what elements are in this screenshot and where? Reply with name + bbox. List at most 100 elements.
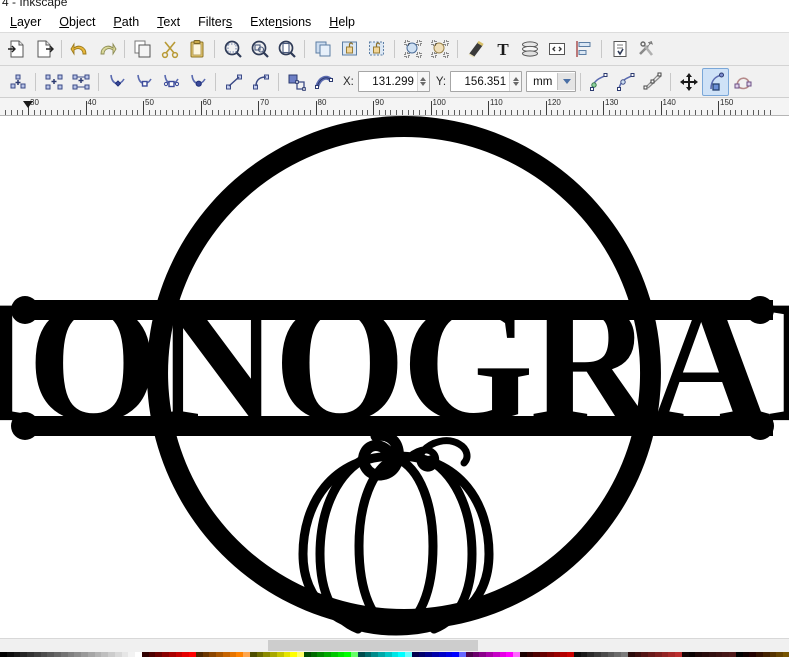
palette-swatch[interactable]: [587, 652, 594, 657]
horizontal-ruler[interactable]: 30 40 50 60 70 80 90 100 110 120 130 140 150: [0, 98, 789, 116]
palette-swatch[interactable]: [479, 652, 486, 657]
palette-swatch[interactable]: [533, 652, 540, 657]
palette-swatch[interactable]: [13, 652, 21, 657]
palette-swatch[interactable]: [425, 652, 432, 657]
palette-swatch[interactable]: [621, 652, 628, 657]
menu-help[interactable]: Help: [320, 13, 364, 32]
palette-swatch[interactable]: [681, 652, 689, 657]
lower-to-bottom-button[interactable]: [426, 35, 453, 63]
palette-swatch[interactable]: [351, 652, 358, 657]
drawing-canvas[interactable]: MONOGRAM: [0, 116, 789, 638]
palette-swatch[interactable]: [668, 652, 675, 657]
palette-swatch[interactable]: [74, 652, 81, 657]
duplicate-button[interactable]: [309, 35, 336, 63]
palette-swatch[interactable]: [702, 652, 709, 657]
unit-select[interactable]: mm: [526, 71, 577, 92]
node-cusp-button[interactable]: [103, 68, 130, 96]
palette-swatch[interactable]: [378, 652, 385, 657]
paste-button[interactable]: [183, 35, 210, 63]
palette-swatch[interactable]: [276, 652, 284, 657]
ungroup-button[interactable]: [363, 35, 390, 63]
palette-swatch[interactable]: [540, 652, 547, 657]
xml-editor-button[interactable]: [543, 35, 570, 63]
palette-swatch[interactable]: [216, 652, 223, 657]
palette-swatch[interactable]: [452, 652, 459, 657]
palette-swatch[interactable]: [6, 652, 14, 657]
palette-swatch[interactable]: [337, 652, 345, 657]
palette-swatch[interactable]: [783, 652, 789, 657]
cut-button[interactable]: [156, 35, 183, 63]
monogram-pumpkin-artwork[interactable]: MONOGRAM: [0, 116, 789, 638]
palette-swatch[interactable]: [573, 652, 581, 657]
palette-swatch[interactable]: [344, 652, 351, 657]
palette-swatch[interactable]: [330, 652, 338, 657]
fill-stroke-button[interactable]: [462, 35, 489, 63]
palette-swatch[interactable]: [560, 652, 567, 657]
palette-swatch[interactable]: [94, 652, 102, 657]
menu-layer[interactable]: Layer: [1, 13, 50, 32]
palette-swatch[interactable]: [438, 652, 446, 657]
palette-swatch[interactable]: [243, 652, 250, 657]
palette-swatch[interactable]: [513, 652, 520, 657]
palette-swatch[interactable]: [87, 652, 95, 657]
palette-swatch[interactable]: [229, 652, 237, 657]
palette-swatch[interactable]: [405, 652, 412, 657]
segment-line-button[interactable]: [220, 68, 247, 96]
chevron-down-icon[interactable]: [557, 73, 576, 90]
show-transform-handles-button[interactable]: [675, 68, 702, 96]
palette-swatch[interactable]: [567, 652, 574, 657]
palette-swatch[interactable]: [654, 652, 662, 657]
palette-swatch[interactable]: [459, 652, 466, 657]
mask-path-button[interactable]: [612, 68, 639, 96]
palette-swatch[interactable]: [0, 652, 7, 657]
align-button[interactable]: [570, 35, 597, 63]
zoom-drawing-button[interactable]: [246, 35, 273, 63]
horizontal-scrollbar-thumb[interactable]: [268, 640, 478, 651]
palette-swatch[interactable]: [445, 652, 453, 657]
zoom-selection-button[interactable]: [219, 35, 246, 63]
x-spinner-arrows[interactable]: [416, 72, 429, 91]
palette-swatch[interactable]: [769, 652, 777, 657]
palette-swatch[interactable]: [162, 652, 169, 657]
node-auto-button[interactable]: [184, 68, 211, 96]
palette-swatch[interactable]: [182, 652, 189, 657]
palette-swatch[interactable]: [594, 652, 601, 657]
palette-swatch[interactable]: [47, 652, 54, 657]
palette-swatch[interactable]: [729, 652, 736, 657]
node-symmetric-button[interactable]: [157, 68, 184, 96]
horizontal-scrollbar[interactable]: [0, 638, 789, 652]
palette-swatch[interactable]: [519, 652, 527, 657]
palette-swatch[interactable]: [432, 652, 439, 657]
y-spinner-arrows[interactable]: [509, 72, 522, 91]
palette-swatch[interactable]: [297, 652, 304, 657]
palette-swatch[interactable]: [270, 652, 277, 657]
x-coordinate-spinbox[interactable]: [357, 71, 430, 92]
palette-swatch[interactable]: [135, 652, 142, 657]
layers-button[interactable]: [516, 35, 543, 63]
palette-swatch[interactable]: [202, 652, 210, 657]
palette-swatch[interactable]: [263, 652, 270, 657]
palette-swatch[interactable]: [114, 652, 122, 657]
palette-swatch[interactable]: [141, 652, 149, 657]
palette-swatch[interactable]: [364, 652, 372, 657]
palette-swatch[interactable]: [641, 652, 648, 657]
zoom-page-button[interactable]: [273, 35, 300, 63]
palette-swatch[interactable]: [54, 652, 61, 657]
palette-swatch[interactable]: [175, 652, 183, 657]
palette-swatch[interactable]: [195, 652, 203, 657]
palette-swatch[interactable]: [648, 652, 655, 657]
palette-swatch[interactable]: [688, 652, 696, 657]
palette-swatch[interactable]: [40, 652, 48, 657]
node-smooth-button[interactable]: [130, 68, 157, 96]
palette-swatch[interactable]: [486, 652, 493, 657]
palette-swatch[interactable]: [371, 652, 378, 657]
palette-swatch[interactable]: [472, 652, 480, 657]
palette-swatch[interactable]: [776, 652, 783, 657]
palette-swatch[interactable]: [209, 652, 216, 657]
palette-swatch[interactable]: [614, 652, 621, 657]
copy-button[interactable]: [129, 35, 156, 63]
clip-path-button[interactable]: [585, 68, 612, 96]
break-path-button[interactable]: [67, 68, 94, 96]
palette-swatch[interactable]: [303, 652, 311, 657]
palette-swatch[interactable]: [756, 652, 763, 657]
